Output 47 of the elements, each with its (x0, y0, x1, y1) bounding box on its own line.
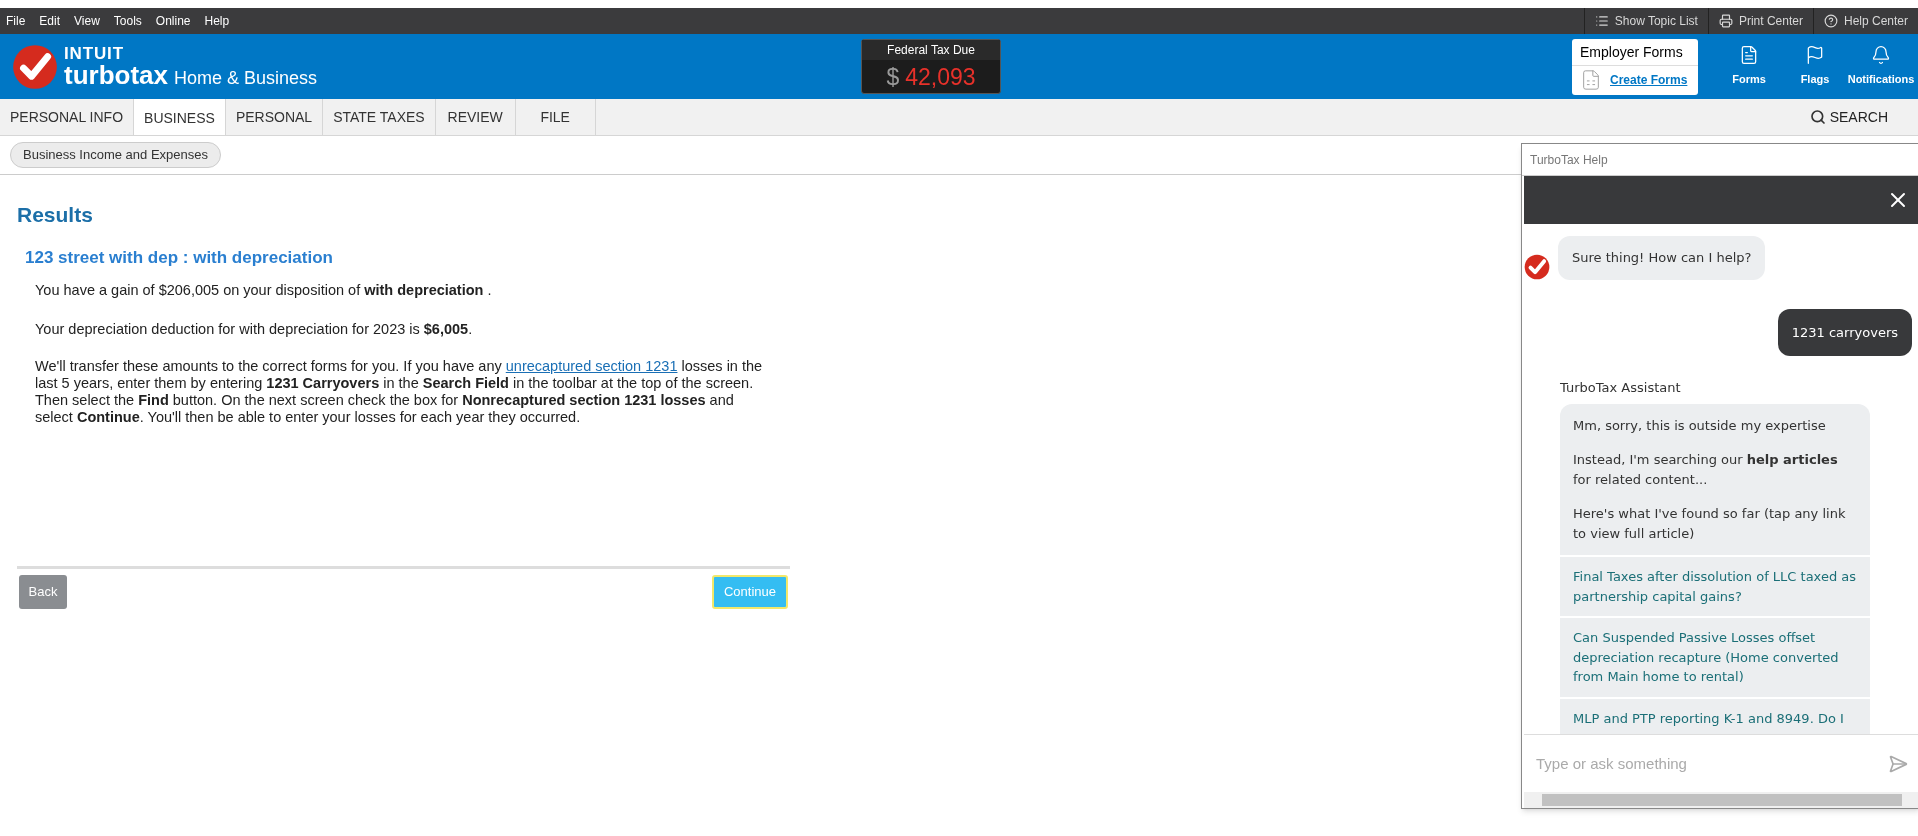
reply-text: Instead, I'm searching our help articles for related content... (1573, 451, 1839, 489)
page-subtitle: 123 street with dep : with depreciation (25, 246, 334, 269)
document-icon (1580, 68, 1602, 91)
search-button[interactable]: SEARCH (1809, 99, 1918, 135)
document-icon (1739, 45, 1759, 66)
menu-item[interactable]: View (74, 12, 100, 30)
header-button[interactable]: Notifications (1848, 45, 1914, 88)
instructions-text: We'll transfer these amounts to the correct forms for you. If you have any unrecaptured section 1231 losses in the last 5 years, enter them by entering 1231 Carryovers in the Search Field in the toolbar at the top of the screen. Then select the Find button. On the next screen check the box for Nonrecaptured section 1231 losses and select Continue. You'll then be able to enter your losses for each year they occurred. (35, 357, 764, 426)
result-text: Your depreciation deduction for with depreciation for 2023 is $6,005. (35, 319, 474, 339)
send-icon[interactable] (1888, 753, 1908, 774)
menu-item[interactable]: Edit (39, 12, 61, 30)
result-text: You have a gain of $206,005 on your disposition of with depreciation . (35, 281, 493, 300)
tax-due-label: Federal Tax Due (862, 40, 1000, 60)
article-link[interactable]: Final Taxes after dissolution of LLC taxed as partnership capital gains? (1560, 557, 1870, 616)
help-icon (1823, 14, 1838, 28)
header-button[interactable]: Flags (1782, 45, 1848, 88)
section-1231-link[interactable]: unrecaptured section 1231 (505, 357, 678, 374)
reply-text: Here's what I've found so far (tap any link to view full article) (1573, 505, 1847, 543)
search-icon (1809, 109, 1826, 125)
create-forms-link[interactable]: Create Forms (1610, 70, 1688, 89)
currency-sign: $ (886, 63, 900, 92)
reply-text: Mm, sorry, this is outside my expertise (1573, 416, 1827, 435)
article-link[interactable]: Can Suspended Passive Losses offset depreciation recapture (Home converted from Main home to rental) (1560, 618, 1870, 697)
article-link[interactable]: MLP and PTP reporting K-1 and 8949. Do I (1560, 698, 1870, 734)
breadcrumb-chip[interactable]: Business Income and Expenses (10, 142, 221, 168)
page-title: Results (17, 202, 94, 228)
bell-icon (1871, 45, 1891, 66)
scrollbar[interactable] (1524, 792, 1918, 808)
list-icon (1594, 14, 1609, 28)
edition-name: Home & Business (174, 69, 318, 87)
card-title: Employer Forms (1572, 38, 1698, 66)
menu-item[interactable]: Help (204, 12, 230, 30)
assistant-name: TurboTax Assistant (1560, 379, 1682, 397)
tax-due-amount: 42,093 (905, 63, 976, 92)
logo-icon (12, 43, 58, 90)
printer-icon (1718, 14, 1733, 28)
user-message: 1231 carryovers (1777, 308, 1912, 356)
flag-icon (1805, 45, 1825, 66)
product-name: turbotax (64, 62, 168, 88)
assistant-message: Sure thing! How can I help? (1558, 236, 1766, 280)
menu-item[interactable]: Tools (113, 12, 142, 30)
assistant-avatar-icon (1524, 253, 1550, 280)
menu-item[interactable]: Online (155, 12, 191, 30)
nav-tab[interactable]: BUSINESS (134, 99, 226, 135)
company-name: INTUIT (64, 45, 125, 62)
menu-item[interactable]: File (6, 12, 26, 30)
header-button[interactable]: Forms (1716, 45, 1782, 88)
